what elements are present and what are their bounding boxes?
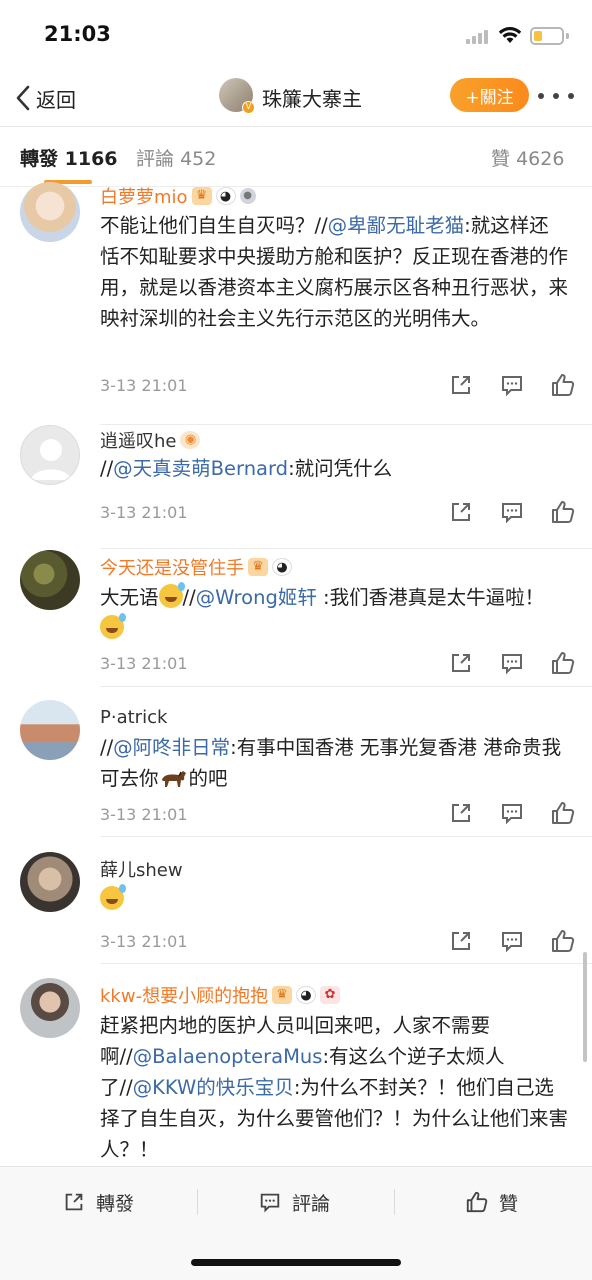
tab-likes-count: 4626 bbox=[516, 148, 565, 170]
scrollbar[interactable] bbox=[583, 952, 587, 1062]
comment-label: 評論 bbox=[292, 1192, 331, 1215]
cat-badge-icon: ✿ bbox=[320, 986, 341, 1004]
comment-time: 3-13 21:01 bbox=[100, 932, 188, 951]
comment-text: //@天真卖萌Bernard:就问凭什么 bbox=[100, 457, 393, 480]
crown-icon: ♛ bbox=[248, 558, 268, 576]
share-icon[interactable] bbox=[448, 499, 474, 525]
tab-comments[interactable]: 評論 452 bbox=[136, 144, 216, 171]
home-indicator[interactable] bbox=[191, 1259, 401, 1266]
comment-time: 3-13 21:01 bbox=[100, 654, 188, 673]
more-options-button[interactable] bbox=[538, 88, 574, 104]
back-label: 返回 bbox=[36, 87, 76, 112]
comment-icon[interactable] bbox=[499, 372, 525, 398]
avatar[interactable] bbox=[20, 700, 80, 760]
comment-icon[interactable] bbox=[499, 928, 525, 954]
like-icon bbox=[466, 1191, 488, 1213]
panda-icon: ◕ bbox=[215, 187, 236, 205]
status-bar: 21:03 bbox=[0, 0, 592, 70]
avatar[interactable] bbox=[20, 182, 80, 242]
sweat-smile-emoji-icon bbox=[158, 582, 185, 608]
horse-emoji-icon bbox=[161, 771, 186, 787]
fish-badge-icon: ◉ bbox=[180, 431, 201, 449]
tab-repost-count: 1166 bbox=[64, 148, 118, 170]
battery-icon bbox=[530, 27, 564, 45]
avatar[interactable] bbox=[20, 425, 80, 485]
medal-icon: ● bbox=[239, 188, 256, 204]
share-icon[interactable] bbox=[448, 372, 474, 398]
cellular-signal-icon bbox=[466, 30, 492, 44]
panda-icon: ◕ bbox=[296, 986, 317, 1004]
sweat-smile-emoji-icon bbox=[100, 613, 126, 639]
mention-link[interactable]: @Wrong姬轩 bbox=[196, 586, 317, 609]
mention-link[interactable]: @天真卖萌Bernard bbox=[113, 457, 288, 480]
like-icon[interactable] bbox=[550, 650, 576, 676]
avatar[interactable] bbox=[20, 978, 80, 1038]
like-icon[interactable] bbox=[550, 800, 576, 826]
mention-link[interactable]: @卑鄙无耻老猫 bbox=[328, 214, 465, 237]
tab-comments-count: 452 bbox=[180, 148, 217, 170]
comment-icon[interactable] bbox=[499, 499, 525, 525]
comment-text: 赶紧把内地的医护人员叫回来吧，人家不需要啊//@BalaenopteraMus:… bbox=[100, 1014, 569, 1161]
comment-time: 3-13 21:01 bbox=[100, 376, 188, 395]
repost-button[interactable]: 轉發 bbox=[62, 1187, 134, 1217]
comment-text: //@阿咚非日常:有事中国香港 无事光复香港 港命贵我可去你 的吧 bbox=[100, 736, 562, 790]
username[interactable]: 白萝萝mio bbox=[100, 183, 188, 209]
comment-time: 3-13 21:01 bbox=[100, 805, 188, 824]
comment-text bbox=[100, 884, 568, 915]
default-avatar-icon bbox=[31, 439, 71, 480]
panda-icon: ◕ bbox=[272, 558, 292, 576]
disappointed-relieved-emoji-icon bbox=[100, 884, 126, 910]
follow-button[interactable]: +關注 bbox=[450, 78, 529, 112]
tab-bar: 轉發 1166 評論 452 贊 4626 bbox=[0, 128, 592, 186]
wifi-icon bbox=[498, 27, 522, 43]
avatar[interactable] bbox=[20, 550, 80, 610]
tab-likes-label: 贊 bbox=[491, 148, 511, 170]
chevron-left-icon bbox=[16, 85, 30, 111]
page-title: 珠簾大寨主 bbox=[262, 87, 362, 111]
nav-bar: 返回 V 珠簾大寨主 +關注 bbox=[0, 70, 592, 126]
tab-repost-label: 轉發 bbox=[20, 148, 59, 170]
back-button[interactable]: 返回 bbox=[14, 80, 76, 116]
crown-icon: ♛ bbox=[272, 986, 293, 1004]
avatar[interactable] bbox=[20, 852, 80, 912]
status-time: 21:03 bbox=[44, 22, 111, 46]
share-icon[interactable] bbox=[448, 650, 474, 676]
like-icon[interactable] bbox=[550, 928, 576, 954]
like-icon[interactable] bbox=[550, 499, 576, 525]
username[interactable]: P·atrick bbox=[100, 707, 167, 728]
tab-likes[interactable]: 贊 4626 bbox=[491, 144, 564, 171]
share-icon[interactable] bbox=[448, 928, 474, 954]
comment-icon bbox=[260, 1193, 280, 1213]
crown-icon: ♛ bbox=[191, 187, 212, 205]
comment-icon[interactable] bbox=[499, 800, 525, 826]
share-icon[interactable] bbox=[448, 800, 474, 826]
like-button[interactable]: 贊 bbox=[465, 1187, 518, 1217]
username[interactable]: 今天还是没管住手 bbox=[100, 554, 244, 580]
comment-button[interactable]: 評論 bbox=[258, 1187, 330, 1217]
comment-text: 不能让他们自生自灭吗？//@卑鄙无耻老猫:就这样还恬不知耻要求中央援助方舱和医护… bbox=[100, 214, 569, 330]
comment-icon[interactable] bbox=[499, 650, 525, 676]
tab-comments-label: 評論 bbox=[136, 148, 175, 170]
share-icon bbox=[65, 1193, 83, 1211]
username[interactable]: 薛儿shew bbox=[100, 856, 183, 882]
comment-text: 大无语//@Wrong姬轩 :我们香港真是太牛逼啦！ bbox=[100, 582, 568, 644]
username[interactable]: kkw-想要小顾的抱抱 bbox=[100, 982, 268, 1008]
username[interactable]: 逍遥叹he bbox=[100, 427, 176, 453]
mention-link[interactable]: @阿咚非日常 bbox=[113, 736, 230, 759]
like-icon[interactable] bbox=[550, 372, 576, 398]
comment-time: 3-13 21:01 bbox=[100, 503, 188, 522]
mention-link[interactable]: @BalaenopteraMus bbox=[133, 1045, 323, 1068]
mention-link[interactable]: @KKW的快乐宝贝 bbox=[133, 1076, 294, 1099]
like-label: 贊 bbox=[499, 1192, 519, 1215]
tab-repost[interactable]: 轉發 1166 bbox=[20, 144, 118, 171]
verified-badge-icon: V bbox=[242, 101, 255, 114]
repost-label: 轉發 bbox=[96, 1192, 135, 1215]
